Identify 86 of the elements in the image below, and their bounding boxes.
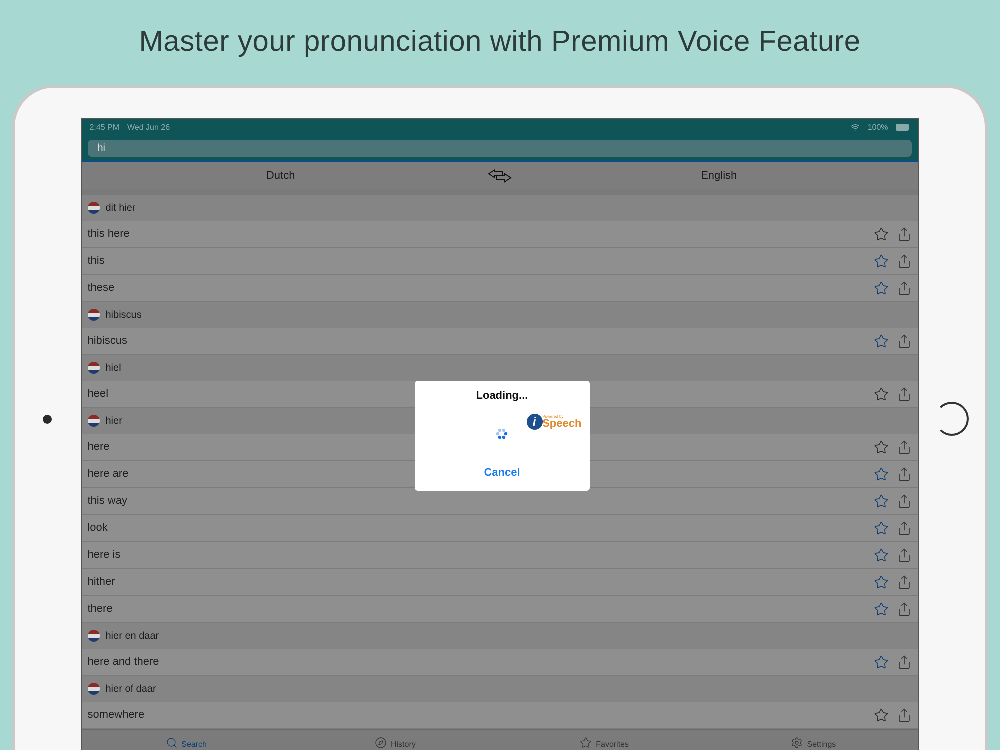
translation-text: here and there <box>88 656 160 668</box>
spinner-icon <box>496 428 508 440</box>
translation-text: hibiscus <box>88 335 128 347</box>
share-icon[interactable] <box>897 254 912 268</box>
star-icon[interactable] <box>874 386 890 402</box>
translation-row[interactable]: here and there <box>82 649 918 676</box>
translation-text: here are <box>88 468 129 480</box>
share-icon[interactable] <box>897 520 912 536</box>
translation-text: hither <box>88 576 116 588</box>
share-icon[interactable] <box>897 602 912 616</box>
share-icon[interactable] <box>897 574 912 590</box>
flag-icon <box>88 202 100 214</box>
share-icon[interactable] <box>897 708 912 722</box>
star-icon[interactable] <box>874 226 890 242</box>
translation-row[interactable]: this way <box>82 488 918 515</box>
search-icon <box>166 737 178 749</box>
headline: Master your pronunciation with Premium Voice Feature <box>139 25 861 60</box>
translation-row[interactable]: somewhere <box>82 702 918 729</box>
heading-text: dit hier <box>106 202 136 214</box>
heading-text: hier en daar <box>106 630 160 642</box>
status-date: Wed Jun 26 <box>128 123 170 132</box>
translation-row[interactable]: here is <box>82 542 918 569</box>
translation-text: this way <box>88 495 128 507</box>
search-field[interactable]: hi <box>88 140 912 157</box>
heading-text: hier <box>106 416 122 426</box>
star-icon[interactable] <box>874 654 890 670</box>
star-icon[interactable] <box>874 334 890 348</box>
status-time: 2:45 PM <box>90 123 120 132</box>
translation-row[interactable]: look <box>82 515 918 542</box>
share-icon[interactable] <box>897 548 912 562</box>
flag-icon <box>88 415 100 427</box>
translation-row[interactable]: this here <box>82 221 918 248</box>
star-icon[interactable] <box>874 548 890 562</box>
flag-icon <box>88 630 100 642</box>
dialog-title: Loading... <box>476 390 528 402</box>
translation-row[interactable]: this <box>82 248 918 275</box>
star-icon[interactable] <box>874 574 890 590</box>
star-icon[interactable] <box>874 520 890 536</box>
translation-text: somewhere <box>88 709 145 721</box>
translation-text: here is <box>88 549 121 561</box>
translation-text: there <box>88 603 113 615</box>
star-icon[interactable] <box>874 708 890 722</box>
share-icon[interactable] <box>897 494 912 508</box>
heading-text: hibiscus <box>106 310 142 320</box>
compass-icon <box>374 737 387 749</box>
star-icon <box>580 737 592 749</box>
translation-row[interactable]: hither <box>82 569 918 596</box>
translation-row[interactable]: there <box>82 596 918 623</box>
cancel-button[interactable]: Cancel <box>478 466 526 480</box>
battery-percent: 100% <box>868 123 888 132</box>
share-icon[interactable] <box>897 386 912 402</box>
tab[interactable]: Settings <box>709 730 918 750</box>
share-icon[interactable] <box>897 466 912 482</box>
source-language[interactable]: Dutch <box>82 170 480 182</box>
share-icon[interactable] <box>897 440 912 454</box>
target-language[interactable]: English <box>520 170 918 182</box>
translation-text: look <box>88 522 108 534</box>
translation-text: these <box>88 282 115 294</box>
share-icon[interactable] <box>897 334 912 348</box>
battery-icon <box>896 124 910 131</box>
star-icon[interactable] <box>874 494 890 508</box>
star-icon[interactable] <box>874 466 890 482</box>
flag-icon <box>88 362 100 374</box>
translation-row[interactable]: these <box>82 275 918 302</box>
share-icon[interactable] <box>897 226 912 242</box>
flag-icon <box>88 683 100 695</box>
share-icon[interactable] <box>897 280 912 296</box>
tab[interactable]: History <box>290 730 500 750</box>
translation-text: this here <box>88 228 130 240</box>
star-icon[interactable] <box>874 440 890 454</box>
star-icon[interactable] <box>874 602 890 616</box>
star-icon[interactable] <box>874 254 890 268</box>
flag-icon <box>88 309 100 321</box>
translation-text: heel <box>88 388 109 400</box>
translation-row[interactable]: hibiscus <box>82 328 918 355</box>
translation-text: here <box>88 441 110 453</box>
heading-text: hier of daar <box>106 684 156 694</box>
camera-icon <box>43 414 52 424</box>
tab[interactable]: Favorites <box>500 730 710 750</box>
swap-arrows-icon[interactable] <box>488 168 512 182</box>
translation-text: this <box>88 255 105 267</box>
heading-text: hiel <box>106 362 122 374</box>
wifi-icon <box>850 123 860 132</box>
star-icon[interactable] <box>874 280 890 296</box>
settings-icon <box>791 737 804 749</box>
share-icon[interactable] <box>897 654 912 670</box>
